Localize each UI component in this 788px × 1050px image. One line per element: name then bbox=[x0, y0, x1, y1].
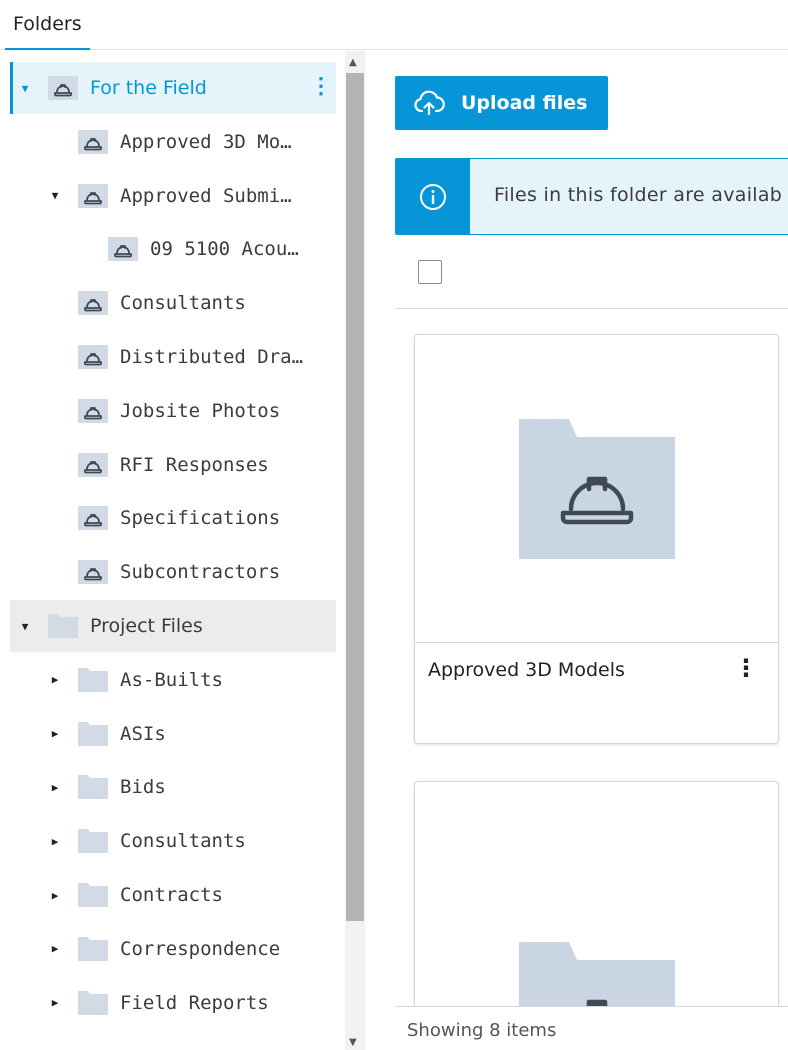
folder-icon bbox=[78, 667, 120, 692]
tree-item-label: For the Field bbox=[90, 77, 207, 99]
folder-icon bbox=[78, 775, 120, 800]
caret-spacer bbox=[78, 242, 92, 256]
caret-spacer bbox=[48, 296, 62, 310]
tree-item[interactable]: ▶ Field Reports bbox=[10, 977, 336, 1029]
tree-item-label: Approved Submi… bbox=[120, 184, 292, 207]
scroll-up-arrow-icon[interactable]: ▲ bbox=[349, 57, 357, 68]
caret-spacer bbox=[48, 565, 62, 579]
info-icon bbox=[420, 183, 446, 210]
tree-item-label: Consultants bbox=[120, 292, 246, 315]
folder-tree: ▼ For the Field ⋮ Approved 3D Mo… ▼ Approved … bbox=[0, 51, 345, 1050]
scroll-down-arrow-icon[interactable]: ▼ bbox=[349, 1037, 357, 1048]
tree-scrollbar[interactable]: ▲ ▼ bbox=[345, 51, 365, 1050]
folder-icon bbox=[78, 721, 120, 746]
tree-item[interactable]: ▶ Consultants bbox=[10, 815, 336, 867]
caret-right-icon[interactable]: ▶ bbox=[48, 780, 62, 794]
status-bar: Showing 8 items bbox=[395, 1006, 788, 1050]
tree-item[interactable]: Subcontractors bbox=[10, 546, 336, 598]
folder-icon bbox=[78, 829, 120, 854]
info-banner-text: Files in this folder are availab bbox=[494, 184, 783, 206]
tree-item[interactable]: ▼ Approved Submi… bbox=[10, 170, 336, 222]
scroll-thumb[interactable] bbox=[346, 73, 364, 921]
folder-icon bbox=[78, 883, 120, 907]
caret-down-icon[interactable]: ▼ bbox=[48, 189, 62, 203]
caret-down-icon[interactable]: ▼ bbox=[18, 619, 32, 633]
tree-item[interactable]: Jobsite Photos bbox=[10, 385, 336, 437]
caret-spacer bbox=[48, 458, 62, 472]
folder-icon bbox=[78, 990, 120, 1015]
tree-item[interactable]: ▶ Contracts bbox=[10, 869, 336, 921]
tree-item-label: Distributed Dra… bbox=[120, 346, 304, 368]
caret-right-icon[interactable]: ▶ bbox=[48, 942, 62, 956]
hardhat-folder-icon bbox=[78, 129, 120, 154]
info-banner-side bbox=[396, 159, 470, 234]
select-all-checkbox[interactable] bbox=[418, 260, 442, 284]
caret-right-icon[interactable]: ▶ bbox=[48, 996, 62, 1010]
folder-card[interactable]: Approved 3D Models ⋮ bbox=[414, 334, 779, 744]
tree-item[interactable]: Distributed Dra… bbox=[10, 331, 336, 383]
folder-card-thumbnail[interactable] bbox=[415, 335, 778, 642]
tree-item[interactable]: Specifications bbox=[10, 492, 336, 544]
tree-item[interactable]: RFI Responses bbox=[10, 439, 336, 491]
hardhat-folder-icon bbox=[78, 398, 120, 423]
tree-item-label: Jobsite Photos bbox=[120, 399, 281, 422]
caret-spacer bbox=[48, 511, 62, 525]
caret-right-icon[interactable]: ▶ bbox=[48, 888, 62, 902]
hardhat-folder-icon bbox=[48, 76, 90, 100]
info-banner: Files in this folder are availab bbox=[395, 158, 788, 235]
tree-item-label: Approved 3D Mo… bbox=[120, 130, 292, 153]
tree-item-label: Field Reports bbox=[120, 991, 269, 1014]
main-panel: Upload files Files in this folder are av… bbox=[365, 51, 788, 1050]
tree-item-label: Consultants bbox=[120, 830, 246, 853]
tree-item-label: Contracts bbox=[120, 884, 223, 906]
tree-item-label: Subcontractors bbox=[120, 561, 281, 584]
tree-item-label: 09 5100 Acou… bbox=[150, 238, 299, 261]
folder-icon bbox=[48, 614, 90, 638]
tree-item[interactable]: 09 5100 Acou… bbox=[10, 223, 336, 275]
caret-right-icon[interactable]: ▶ bbox=[48, 673, 62, 687]
hardhat-folder-icon bbox=[78, 291, 120, 316]
more-options-icon[interactable]: ⋮ bbox=[734, 655, 758, 681]
tree-item-label: Correspondence bbox=[120, 937, 281, 960]
cloud-upload-icon bbox=[414, 90, 445, 116]
caret-spacer bbox=[48, 135, 62, 149]
caret-right-icon[interactable]: ▶ bbox=[48, 834, 62, 848]
hardhat-folder-icon bbox=[518, 418, 675, 559]
folder-card-title[interactable]: Approved 3D Models bbox=[428, 659, 625, 681]
tree-item-label: Project Files bbox=[90, 615, 203, 637]
tab-folders[interactable]: Folders bbox=[5, 10, 90, 50]
tree-item[interactable]: ▶ Correspondence bbox=[10, 923, 336, 975]
tree-item[interactable]: Consultants bbox=[10, 277, 336, 329]
upload-files-button[interactable]: Upload files bbox=[395, 76, 608, 130]
hardhat-folder-icon bbox=[108, 237, 150, 262]
tree-item[interactable]: ▶ As-Builts bbox=[10, 654, 336, 706]
hardhat-folder-icon bbox=[78, 560, 120, 585]
upload-files-label: Upload files bbox=[461, 92, 588, 114]
tree-item-label: RFI Responses bbox=[120, 453, 269, 476]
tree-item[interactable]: ▶ Bids bbox=[10, 761, 336, 813]
tree-item[interactable]: ▼ Project Files bbox=[10, 600, 336, 652]
top-tabs: Folders bbox=[0, 0, 788, 50]
tree-item-label: ASIs bbox=[120, 722, 166, 745]
item-count-status: Showing 8 items bbox=[407, 1020, 557, 1041]
more-options-icon[interactable]: ⋮ bbox=[310, 74, 332, 102]
folder-icon bbox=[78, 936, 120, 961]
tree-item-label: As-Builts bbox=[120, 668, 223, 691]
folder-card-footer: Approved 3D Models ⋮ bbox=[415, 642, 778, 743]
caret-down-icon[interactable]: ▼ bbox=[18, 81, 32, 95]
tree-item[interactable]: ▼ For the Field ⋮ bbox=[10, 62, 336, 114]
hardhat-folder-icon bbox=[78, 506, 120, 531]
tree-item-label: Bids bbox=[120, 776, 166, 799]
caret-spacer bbox=[48, 404, 62, 418]
hardhat-folder-icon bbox=[78, 345, 120, 369]
hardhat-folder-icon bbox=[78, 183, 120, 208]
tree-item[interactable]: Approved 3D Mo… bbox=[10, 116, 336, 168]
hardhat-folder-icon bbox=[78, 452, 120, 477]
tree-item[interactable]: ▶ ASIs bbox=[10, 708, 336, 760]
caret-right-icon[interactable]: ▶ bbox=[48, 727, 62, 741]
tree-item-label: Specifications bbox=[120, 507, 281, 530]
caret-spacer bbox=[48, 350, 62, 364]
toolbar-divider bbox=[395, 308, 788, 309]
